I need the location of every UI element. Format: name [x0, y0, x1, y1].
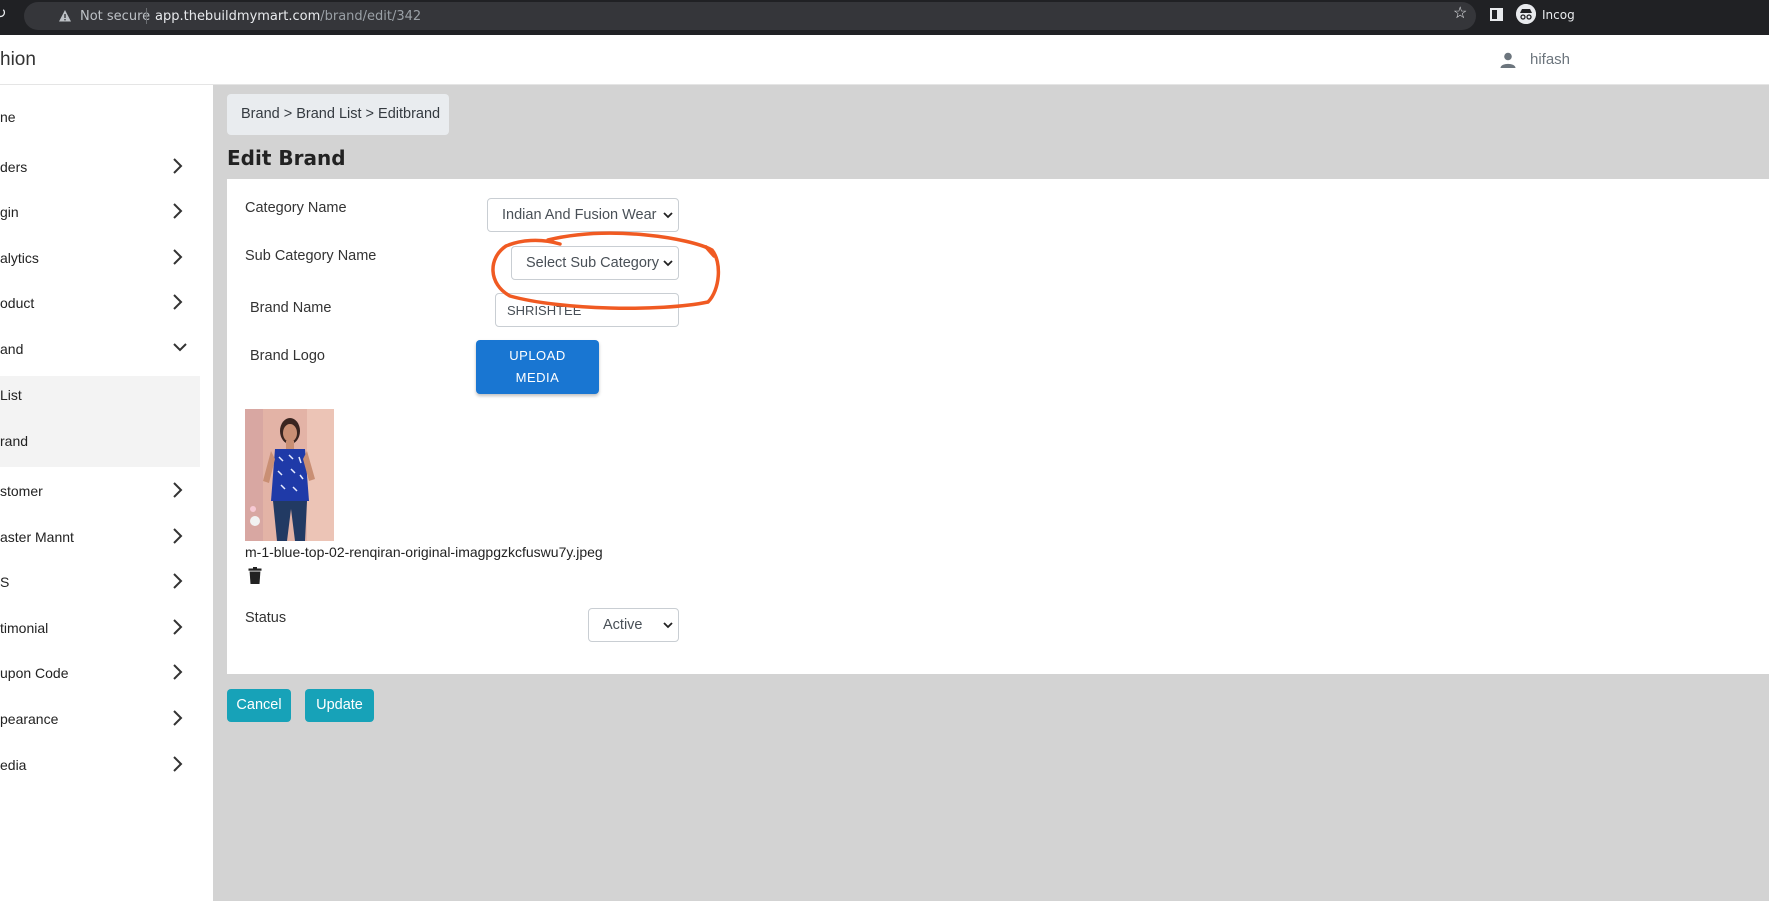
sidebar-item-cms[interactable]: S	[0, 564, 200, 604]
chevron-down-icon	[173, 343, 187, 352]
bookmark-star-icon[interactable]: ☆	[1453, 6, 1467, 22]
chevron-down-icon	[663, 622, 673, 629]
subcategory-select[interactable]: Select Sub Category	[511, 246, 679, 280]
sidebar-item-label: stomer	[0, 483, 43, 499]
sidebar-item-label: rand	[0, 433, 29, 449]
user-icon[interactable]	[1500, 52, 1516, 68]
sidebar-item-label: aster Mannt	[0, 529, 74, 545]
brand-name-input[interactable]: SHRISHTEE	[495, 293, 679, 327]
cancel-button[interactable]: Cancel	[227, 689, 291, 722]
sidebar-item-home[interactable]: ne	[0, 99, 200, 139]
side-panel-icon[interactable]	[1490, 8, 1503, 21]
app-brand-title[interactable]: hion	[0, 49, 36, 71]
sidebar: ne ders gin alytics oduct and List rand …	[0, 85, 213, 901]
chevron-down-icon	[663, 212, 673, 219]
sidebar-item-label: edia	[0, 757, 27, 773]
chevron-right-icon	[173, 664, 183, 680]
sidebar-item-label: upon Code	[0, 665, 69, 681]
sidebar-item-brand[interactable]: and	[0, 331, 200, 371]
main-content: Brand > Brand List > Editbrand Edit Bran…	[213, 85, 1769, 901]
browser-toolbar: ↻ Not secure app.thebuildmymart.com/bran…	[0, 0, 1769, 35]
status-label: Status	[245, 610, 287, 626]
status-select[interactable]: Active	[588, 608, 679, 642]
category-select[interactable]: Indian And Fusion Wear	[487, 198, 679, 232]
chevron-right-icon	[173, 528, 183, 544]
chevron-right-icon	[173, 249, 183, 265]
chevron-right-icon	[173, 573, 183, 589]
upload-button-line1: UPLOAD	[509, 348, 566, 363]
address-divider	[146, 8, 147, 24]
url-host: app.thebuildmymart.com	[155, 9, 321, 24]
incognito-icon[interactable]	[1516, 4, 1536, 24]
sidebar-item-label: timonial	[0, 620, 49, 636]
sidebar-item-label: S	[0, 574, 10, 590]
chevron-right-icon	[173, 482, 183, 498]
brand-name-label: Brand Name	[250, 300, 332, 316]
brand-logo-label: Brand Logo	[250, 348, 325, 364]
sidebar-item-orders[interactable]: ders	[0, 149, 200, 189]
sidebar-item-label: List	[0, 387, 22, 403]
sidebar-item-brand-list[interactable]: List	[0, 377, 200, 417]
category-label: Category Name	[245, 200, 347, 216]
chevron-right-icon	[173, 203, 183, 219]
user-name[interactable]: hifash	[1530, 51, 1570, 68]
incognito-label[interactable]: Incog	[1542, 8, 1575, 22]
reload-icon[interactable]: ↻	[0, 6, 10, 22]
sidebar-item-label: ne	[0, 109, 16, 125]
sidebar-item-login[interactable]: gin	[0, 194, 200, 234]
trash-icon[interactable]	[248, 567, 262, 584]
chevron-right-icon	[173, 710, 183, 726]
uploaded-file-name: m-1-blue-top-02-renqiran-original-imagpg…	[245, 544, 603, 560]
sidebar-item-label: pearance	[0, 711, 59, 727]
chevron-right-icon	[173, 619, 183, 635]
sidebar-item-label: alytics	[0, 250, 39, 266]
sidebar-item-testimonial[interactable]: timonial	[0, 610, 200, 650]
sidebar-item-add-brand[interactable]: rand	[0, 423, 200, 463]
security-status[interactable]: Not secure	[80, 9, 150, 24]
upload-media-button[interactable]: UPLOAD MEDIA	[476, 340, 599, 394]
sidebar-item-analytics[interactable]: alytics	[0, 240, 200, 280]
warning-icon[interactable]	[58, 9, 72, 23]
status-selected-value: Active	[603, 617, 643, 633]
subcategory-label: Sub Category Name	[245, 248, 377, 264]
chevron-right-icon	[173, 158, 183, 174]
url-path: /brand/edit/342	[320, 9, 422, 24]
edit-brand-form: Category Name Indian And Fusion Wear Sub…	[227, 179, 1769, 674]
app-header: hion hifash	[0, 35, 1769, 85]
sidebar-item-label: ders	[0, 159, 28, 175]
address-bar[interactable]: Not secure app.thebuildmymart.com/brand/…	[24, 2, 1476, 30]
sidebar-item-media[interactable]: edia	[0, 747, 200, 787]
sidebar-item-customer[interactable]: stomer	[0, 473, 200, 513]
sidebar-item-label: gin	[0, 204, 19, 220]
breadcrumb[interactable]: Brand > Brand List > Editbrand	[227, 94, 449, 135]
subcategory-selected-value: Select Sub Category	[526, 255, 659, 271]
chevron-right-icon	[173, 756, 183, 772]
update-button[interactable]: Update	[305, 689, 374, 722]
sidebar-item-master-mannt[interactable]: aster Mannt	[0, 519, 200, 559]
category-selected-value: Indian And Fusion Wear	[502, 207, 657, 223]
sidebar-item-coupon-code[interactable]: upon Code	[0, 655, 200, 695]
upload-button-line2: MEDIA	[515, 370, 560, 385]
sidebar-item-label: oduct	[0, 295, 35, 311]
sidebar-item-label: and	[0, 341, 24, 357]
sidebar-item-product[interactable]: oduct	[0, 285, 200, 325]
brand-logo-thumbnail	[245, 409, 334, 541]
chevron-right-icon	[173, 294, 183, 310]
url-text[interactable]: app.thebuildmymart.com/brand/edit/342	[155, 9, 421, 24]
chevron-down-icon	[663, 260, 673, 267]
sidebar-item-appearance[interactable]: pearance	[0, 701, 200, 741]
page-title: Edit Brand	[227, 146, 346, 170]
